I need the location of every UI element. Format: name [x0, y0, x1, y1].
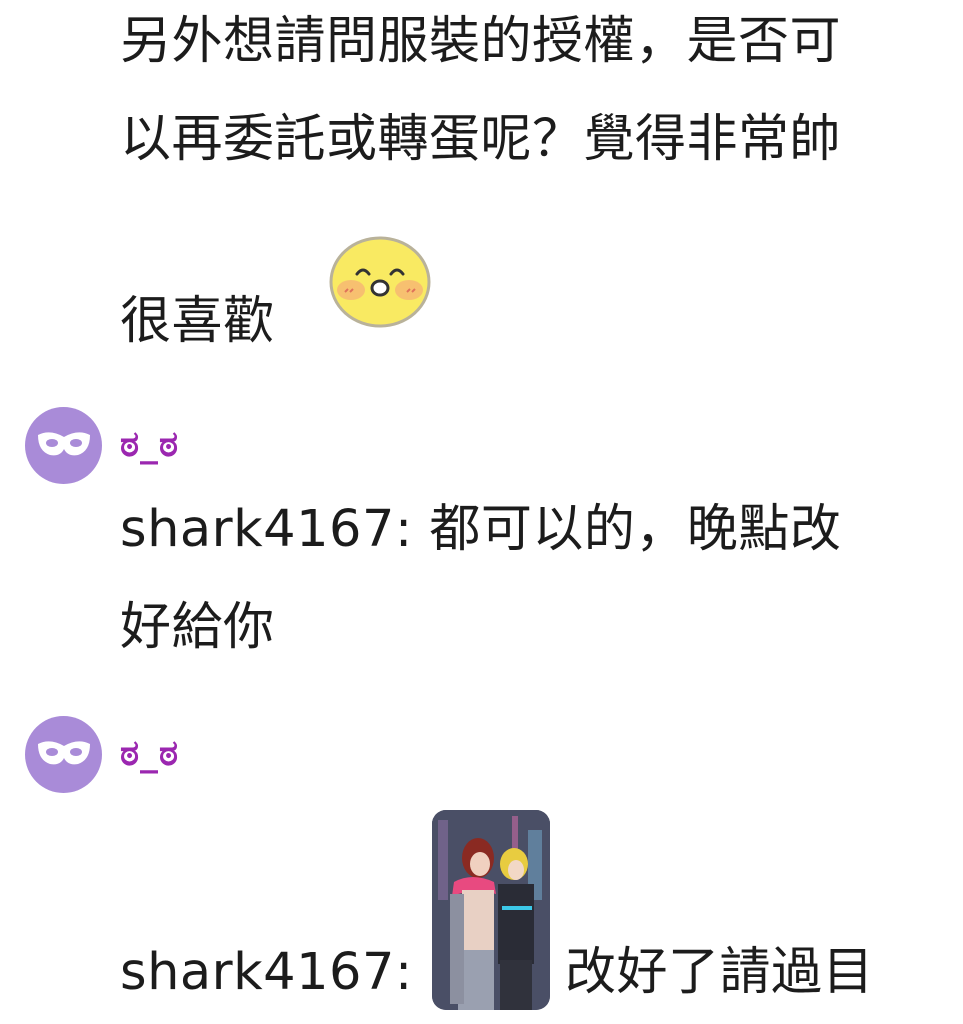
message-sender-prefix: shark4167: — [120, 943, 413, 1002]
avatar[interactable] — [25, 407, 102, 484]
username[interactable]: ಠ_ಠ — [120, 425, 179, 465]
message-text-line: 以再委託或轉蛋呢？覺得非常帥 — [120, 110, 842, 169]
blushing-smile-emoji-icon — [329, 236, 431, 328]
message-text-line: 另外想請問服裝的授權，是否可 — [120, 12, 842, 71]
username[interactable]: ಠ_ಠ — [120, 734, 179, 774]
mask-icon — [36, 429, 92, 463]
message-text-line: 好給你 — [120, 598, 275, 657]
anime-character-image[interactable] — [432, 810, 550, 1010]
mask-icon — [36, 738, 92, 772]
message-text-line: shark4167: 都可以的，晚點改 — [120, 500, 842, 559]
message-text-line: 改好了請過目 — [565, 943, 875, 1002]
message-text-line: 很喜歡 — [120, 292, 275, 351]
avatar[interactable] — [25, 716, 102, 793]
